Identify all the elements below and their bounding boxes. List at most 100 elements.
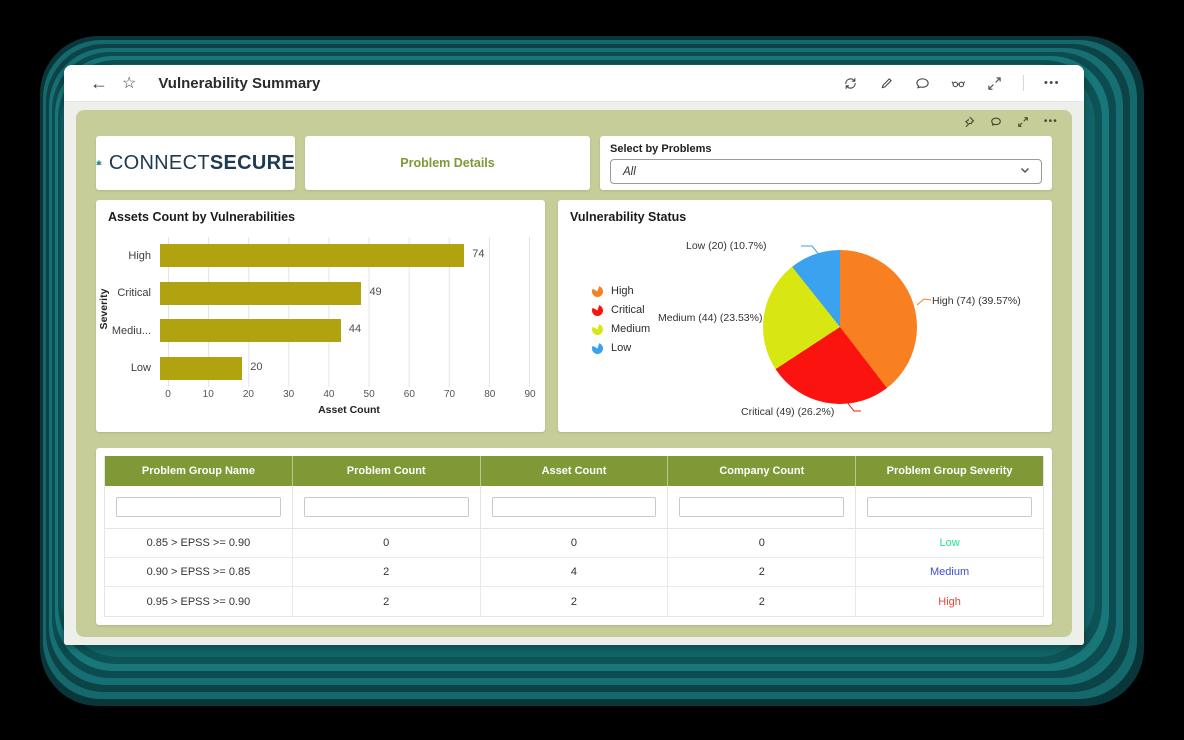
table-filter-input[interactable] xyxy=(867,497,1032,517)
problem-details-panel[interactable]: Problem Details xyxy=(305,136,590,190)
comment-bubble-icon[interactable] xyxy=(990,115,1003,128)
pie-chart[interactable] xyxy=(763,250,917,404)
bar-critical[interactable] xyxy=(160,282,361,305)
x-tick-label: 10 xyxy=(203,389,214,400)
table-cell: 2 xyxy=(293,558,481,586)
legend-pie-icon xyxy=(592,286,603,297)
legend-label: High xyxy=(611,285,634,297)
table-body: 0.85 > EPSS >= 0.90000Low0.90 > EPSS >= … xyxy=(105,529,1043,616)
legend-item-high[interactable]: High xyxy=(592,285,650,297)
table-header-cell[interactable]: Company Count xyxy=(668,456,856,486)
back-arrow-icon[interactable]: ← xyxy=(90,73,108,94)
bar-row: High 74 xyxy=(104,237,530,275)
expand-icon[interactable] xyxy=(987,75,1003,91)
x-tick-label: 0 xyxy=(165,389,171,400)
bar-category-label: Mediu... xyxy=(104,325,160,337)
bar-chart-bars: High 74 Critical 49 Mediu... 44 Low 20 xyxy=(104,237,530,387)
select-problems-dropdown[interactable]: All xyxy=(610,159,1042,184)
bar-value-label: 20 xyxy=(250,361,262,373)
select-problems-panel: Select by Problems All xyxy=(600,136,1052,190)
table-cell-severity: Medium xyxy=(856,558,1043,586)
legend-label: Medium xyxy=(611,323,650,335)
window-body: ••• CONNECTSECURE Probl xyxy=(64,102,1084,645)
turtle-logo-icon xyxy=(96,143,102,183)
chevron-down-icon xyxy=(1019,163,1031,181)
x-tick-label: 60 xyxy=(404,389,415,400)
severity-badge: High xyxy=(938,596,961,608)
bar-track: 74 xyxy=(160,244,530,267)
bar-track: 44 xyxy=(160,319,530,342)
table-panel: Problem Group NameProblem CountAsset Cou… xyxy=(96,448,1052,625)
table-filter-cell xyxy=(293,486,481,528)
expand-icon[interactable] xyxy=(1017,115,1030,128)
table-filter-input[interactable] xyxy=(116,497,281,517)
comment-bubble-icon[interactable] xyxy=(915,75,931,91)
table-row[interactable]: 0.85 > EPSS >= 0.90000Low xyxy=(105,529,1043,558)
table-header-cell[interactable]: Asset Count xyxy=(481,456,669,486)
problems-table: Problem Group NameProblem CountAsset Cou… xyxy=(104,456,1044,617)
bar-category-label: High xyxy=(104,250,160,262)
window-titlebar: ← ☆ Vulnerability Summary ••• xyxy=(64,65,1084,102)
legend-item-low[interactable]: Low xyxy=(592,342,650,354)
table-cell: 0.85 > EPSS >= 0.90 xyxy=(105,529,293,557)
brand-text: CONNECTSECURE xyxy=(109,152,295,175)
reading-glasses-icon[interactable] xyxy=(951,75,967,91)
table-header-cell[interactable]: Problem Group Severity xyxy=(856,456,1043,486)
bar-category-label: Low xyxy=(104,362,160,374)
more-ellipsis-icon[interactable]: ••• xyxy=(1044,116,1058,127)
table-row[interactable]: 0.90 > EPSS >= 0.85242Medium xyxy=(105,558,1043,587)
bar-low[interactable] xyxy=(160,357,242,380)
table-cell: 0 xyxy=(481,529,669,557)
pie-chart-legend: High Critical Medium Low xyxy=(592,285,650,354)
bar-category-label: Critical xyxy=(104,287,160,299)
table-filter-input[interactable] xyxy=(492,497,657,517)
bar-value-label: 49 xyxy=(369,286,381,298)
logo-panel: CONNECTSECURE xyxy=(96,136,295,190)
x-tick-label: 70 xyxy=(444,389,455,400)
bar-chart-y-axis-label: Severity xyxy=(98,274,110,344)
table-cell: 4 xyxy=(481,558,669,586)
pie-label-medium: Medium (44) (23.53%) xyxy=(658,312,762,324)
table-cell-severity: Low xyxy=(856,529,1043,557)
bar-value-label: 44 xyxy=(349,323,361,335)
x-tick-label: 90 xyxy=(524,389,535,400)
bar-high[interactable] xyxy=(160,244,464,267)
table-filter-cell xyxy=(856,486,1043,528)
pie-label-critical: Critical (49) (26.2%) xyxy=(741,406,834,418)
edit-pencil-icon[interactable] xyxy=(879,75,895,91)
table-filter-input[interactable] xyxy=(679,497,844,517)
star-icon[interactable]: ☆ xyxy=(122,73,136,93)
bar-row: Low 20 xyxy=(104,350,530,388)
pie-label-high: High (74) (39.57%) xyxy=(932,295,1021,307)
severity-badge: Low xyxy=(939,537,959,549)
refresh-icon[interactable] xyxy=(843,75,859,91)
legend-item-medium[interactable]: Medium xyxy=(592,323,650,335)
table-header-row: Problem Group NameProblem CountAsset Cou… xyxy=(105,456,1043,486)
table-cell: 0.90 > EPSS >= 0.85 xyxy=(105,558,293,586)
bar-row: Mediu... 44 xyxy=(104,312,530,350)
dashboard: ••• CONNECTSECURE Probl xyxy=(76,110,1072,637)
table-filter-row xyxy=(105,486,1043,529)
legend-item-critical[interactable]: Critical xyxy=(592,304,650,316)
more-ellipsis-icon[interactable]: ••• xyxy=(1044,77,1060,89)
legend-pie-icon xyxy=(592,324,603,335)
bar-track: 49 xyxy=(160,282,530,305)
table-header-cell[interactable]: Problem Group Name xyxy=(105,456,293,486)
table-header-cell[interactable]: Problem Count xyxy=(293,456,481,486)
pie-chart-panel: Vulnerability Status HighCriticalMediumL… xyxy=(558,200,1052,432)
pin-icon[interactable] xyxy=(963,115,976,128)
table-cell: 0 xyxy=(293,529,481,557)
table-cell: 2 xyxy=(293,587,481,616)
problem-details-label: Problem Details xyxy=(400,156,494,170)
bar-chart-title: Assets Count by Vulnerabilities xyxy=(108,210,295,224)
select-problems-label: Select by Problems xyxy=(610,143,1042,155)
bar-medium[interactable] xyxy=(160,319,341,342)
x-tick-label: 80 xyxy=(484,389,495,400)
bar-chart-panel: Assets Count by Vulnerabilities High 74 Cr… xyxy=(96,200,545,432)
bar-track: 20 xyxy=(160,357,530,380)
bar-row: Critical 49 xyxy=(104,275,530,313)
table-row[interactable]: 0.95 > EPSS >= 0.90222High xyxy=(105,587,1043,616)
bar-value-label: 74 xyxy=(472,248,484,260)
dashboard-toolbar: ••• xyxy=(963,115,1058,128)
table-filter-input[interactable] xyxy=(304,497,469,517)
